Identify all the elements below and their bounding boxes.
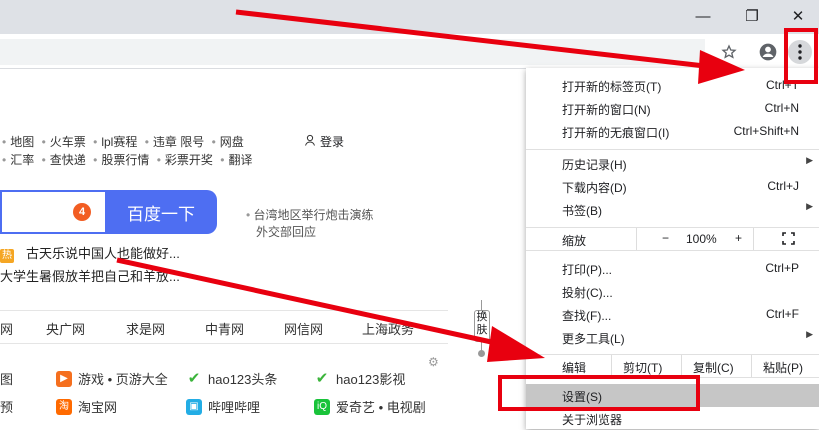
menu-divider: [526, 250, 819, 251]
taobao-icon: 淘: [56, 398, 72, 415]
nav-link[interactable]: 股票行情: [101, 153, 149, 167]
game-icon: ▶: [56, 370, 72, 387]
site-link[interactable]: 求是网: [126, 319, 165, 338]
bilibili-icon: ▣: [186, 398, 202, 415]
menu-divider: [526, 149, 819, 150]
link-item[interactable]: 图: [0, 369, 13, 388]
check-icon: ✔: [187, 369, 201, 387]
menu-item-more-tools[interactable]: 更多工具(L) ▶: [526, 326, 819, 349]
link-item[interactable]: ✔ hao123影视: [314, 369, 406, 388]
paste-button[interactable]: 粘贴(P): [763, 359, 803, 376]
nav-link[interactable]: lpl赛程: [101, 135, 137, 149]
link-item[interactable]: ✔ hao123头条: [186, 369, 278, 388]
star-icon[interactable]: [717, 40, 741, 64]
fullscreen-icon[interactable]: [782, 232, 795, 248]
search-button[interactable]: 百度一下: [105, 190, 217, 234]
iqiyi-icon: iQ: [314, 398, 330, 415]
nav-link[interactable]: 地图: [10, 135, 34, 149]
hot-news-1[interactable]: 热古天乐说中国人也能做好...: [0, 243, 180, 263]
login-link[interactable]: 登录: [304, 133, 344, 150]
menu-item-history[interactable]: 历史记录(H) ▶: [526, 152, 819, 175]
link-item[interactable]: ▣ 哔哩哔哩: [186, 397, 260, 416]
settings-gear-icon[interactable]: ⚙: [428, 355, 439, 369]
site-link[interactable]: 网信网: [284, 319, 323, 338]
site-link[interactable]: 中青网: [205, 319, 244, 338]
nav-link[interactable]: 火车票: [50, 135, 86, 149]
menu-item-settings[interactable]: 设置(S): [526, 384, 819, 407]
zoom-level: 100%: [686, 232, 717, 246]
site-link[interactable]: 网: [0, 319, 13, 338]
copy-button[interactable]: 复制(C): [693, 359, 734, 376]
minimize-button[interactable]: —: [680, 0, 726, 32]
menu-item-about[interactable]: 关于浏览器: [526, 407, 819, 430]
link-item[interactable]: 预: [0, 397, 13, 416]
user-icon: [304, 134, 316, 149]
menu-item-bookmarks[interactable]: 书签(B) ▶: [526, 198, 819, 221]
menu-item-cast[interactable]: 投射(C)...: [526, 280, 819, 303]
close-window-button[interactable]: ✕: [775, 0, 819, 32]
zoom-out-button[interactable]: −: [662, 231, 669, 245]
nav-link[interactable]: 汇率: [10, 153, 34, 167]
menu-item-find[interactable]: 查找(F)... Ctrl+F: [526, 303, 819, 326]
link-item[interactable]: 淘淘宝网: [56, 397, 117, 416]
nav-link[interactable]: 翻译: [228, 153, 252, 167]
notification-badge: 4: [73, 203, 91, 221]
kebab-menu-icon[interactable]: [788, 40, 812, 64]
menu-divider: [526, 377, 819, 378]
nav-link[interactable]: 网盘: [220, 135, 244, 149]
menu-edit-row: 编辑 剪切(T) 复制(C) 粘贴(P): [526, 355, 819, 377]
link-item[interactable]: iQ 爱奇艺 • 电视剧: [314, 397, 426, 416]
zoom-in-button[interactable]: +: [735, 231, 742, 245]
site-link[interactable]: 央广网: [46, 319, 85, 338]
title-bar: — ❐ ✕: [0, 0, 819, 34]
nav-link[interactable]: 违章 限号: [153, 135, 204, 149]
hot-tag-icon: 热: [0, 249, 14, 263]
nav-link[interactable]: 彩票开奖: [165, 153, 213, 167]
menu-item-downloads[interactable]: 下载内容(D) Ctrl+J: [526, 175, 819, 198]
hot-news-2[interactable]: 大学生暑假放羊把自己和羊放...: [0, 266, 180, 285]
cut-button[interactable]: 剪切(T): [623, 359, 662, 376]
menu-zoom-row: 缩放 − 100% +: [526, 228, 819, 250]
site-link[interactable]: 上海政务: [362, 319, 414, 338]
restore-button[interactable]: ❐: [729, 0, 775, 32]
skin-switch[interactable]: 换肤: [474, 300, 490, 357]
submenu-arrow-icon: ▶: [806, 329, 813, 339]
nav-row-2: • 汇率 • 查快递 • 股票行情 • 彩票开奖 • 翻译: [2, 153, 253, 167]
nav-link[interactable]: 查快递: [50, 153, 86, 167]
nav-row-1: • 地图 • 火车票 • lpl赛程 • 违章 限号 • 网盘: [2, 135, 244, 149]
menu-item-new-tab[interactable]: 打开新的标签页(T) Ctrl+T: [526, 74, 819, 97]
menu-item-new-window[interactable]: 打开新的窗口(N) Ctrl+N: [526, 97, 819, 120]
address-bar[interactable]: [0, 39, 705, 65]
side-news[interactable]: • 台湾地区举行炮击演练 外交部回应: [246, 206, 374, 240]
submenu-arrow-icon: ▶: [806, 201, 813, 211]
profile-icon[interactable]: [756, 40, 780, 64]
check-icon: ✔: [315, 369, 329, 387]
menu-item-print[interactable]: 打印(P)... Ctrl+P: [526, 257, 819, 280]
menu-item-incognito[interactable]: 打开新的无痕窗口(I) Ctrl+Shift+N: [526, 120, 819, 143]
link-item[interactable]: ▶ 游戏 • 页游大全: [56, 369, 168, 388]
submenu-arrow-icon: ▶: [806, 155, 813, 165]
browser-menu: 打开新的标签页(T) Ctrl+T 打开新的窗口(N) Ctrl+N 打开新的无痕窗…: [526, 68, 819, 429]
sites-bar: 网 央广网 求是网 中青网 网信网 上海政务: [0, 310, 448, 344]
toolbar: [0, 34, 819, 69]
